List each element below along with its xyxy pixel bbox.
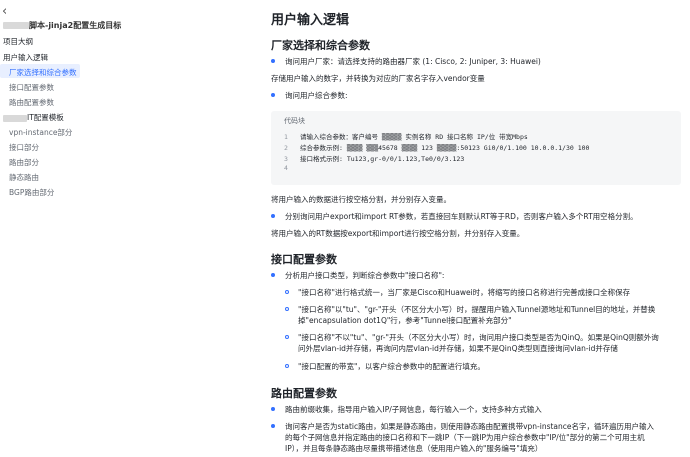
paragraph: 将用户输入的RT数据按export和import进行按空格分割，并分别存入变量。 [271,229,525,238]
sub-bullet-icon [285,364,289,368]
doc-title: 脚本-jinja2配置生成目标 [3,20,121,31]
toc-item-static-route[interactable]: 静态路由 [9,172,39,183]
toc-item-config-template[interactable]: IT配置模板 [3,112,64,123]
toc-item-user-input[interactable]: 用户输入逻辑 [3,52,48,63]
toc-item-interface-params[interactable]: 接口配置参数 [9,82,54,93]
bullet-icon [271,273,275,277]
toc-item-vpn-instance[interactable]: vpn-instance部分 [9,127,72,138]
sub-bullet-icon [285,290,289,294]
code-line: 4 [284,164,288,172]
code-block[interactable]: 代码块 1 请输入综合参数：客户编号 ▒▒▒▒▒ 实例名称 RD 接口名称 IP/… [271,111,681,185]
toc-item-bgp[interactable]: BGP路由部分 [9,187,54,198]
back-icon[interactable]: ‹ [2,5,7,18]
document-content: 用户输入逻辑 厂家选择和综合参数 询问用户厂家：请选择支持的路由器厂家 (1: … [254,0,690,457]
bullet-icon [271,59,275,63]
redacted-text [3,114,27,122]
code-line: 1 请输入综合参数：客户编号 ▒▒▒▒▒ 实例名称 RD 接口名称 IP/位 带宽… [284,133,528,141]
section-heading-vendor: 厂家选择和综合参数 [271,39,370,52]
toc-item-vendor-params[interactable]: 厂家选择和综合参数 [9,67,77,78]
paragraph: 将用户输入的数据进行按空格分割，并分别存入变量。 [271,195,451,204]
code-block-header: 代码块 [284,117,305,125]
list-item: 询问客户是否为static路由，如果是静态路由，则使用静态路由配置携带vpn-i… [271,421,681,457]
toc-item-interface[interactable]: 接口部分 [9,142,39,153]
page-title: 用户输入逻辑 [271,13,350,28]
section-heading-routing: 路由配置参数 [271,387,337,400]
bullet-icon [271,424,275,428]
sidebar-toc: ‹ 脚本-jinja2配置生成目标 项目大纲 用户输入逻辑 厂家选择和综合参数 … [0,0,254,457]
code-line: 2 综合参数示例: ▒▒▒▒ ▒▒▒45678 ▒▒▒▒ 123 ▒▒▒▒▒:50… [284,144,590,152]
toc-item-routing[interactable]: 路由部分 [9,157,39,168]
toc-item-route-params[interactable]: 路由配置参数 [9,97,54,108]
code-line: 3 接口格式示例: Tu123,gr-0/0/1.123,Te0/0/3.123 [284,155,465,163]
bullet-icon [271,93,275,97]
sub-bullet-icon [285,335,289,339]
bullet-icon [271,407,275,411]
section-heading-interface: 接口配置参数 [271,253,337,266]
redacted-text [3,22,29,29]
sub-bullet-icon [285,307,289,311]
bullet-icon [271,214,275,218]
paragraph: 存储用户输入的数字，并转换为对应的厂家名字存入vendor变量 [271,74,485,83]
toc-item-outline[interactable]: 项目大纲 [3,36,33,47]
